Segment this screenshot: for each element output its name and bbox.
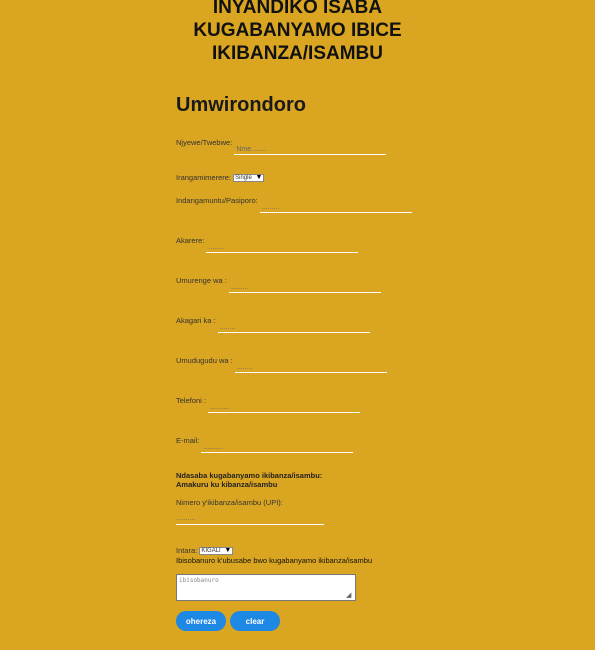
request-note-1: Ndasaba kugabanyamo ikibanza/isambu:: [176, 471, 323, 480]
sector-input[interactable]: [228, 283, 381, 293]
phone-label: Telefoni :: [176, 396, 207, 405]
phone-input[interactable]: [208, 403, 361, 413]
section-heading: Umwirondoro: [176, 94, 306, 116]
phone-row: Telefoni :: [176, 396, 361, 413]
upi-input[interactable]: [176, 512, 324, 525]
clear-button[interactable]: clear: [230, 611, 280, 631]
village-input[interactable]: [234, 363, 387, 373]
email-input[interactable]: [201, 443, 354, 453]
province-label: Intara:: [176, 546, 198, 555]
resize-handle-icon[interactable]: ◢: [346, 592, 353, 599]
marital-row: Irangamimerere: Single ▼: [176, 173, 265, 183]
email-row: E-mail:: [176, 436, 354, 453]
title-line-2: KUGABANYAMO IBICE: [193, 20, 402, 41]
marital-selected-value: Single: [235, 175, 252, 182]
cell-label: Akagari ka :: [176, 316, 216, 325]
submit-button[interactable]: ohereza: [176, 611, 226, 631]
cell-row: Akagari ka :: [176, 316, 370, 333]
province-row: Intara: KIGALI ▼: [176, 546, 234, 556]
id-input[interactable]: [259, 203, 412, 213]
sector-label: Umurenge wa :: [176, 276, 227, 285]
id-label: Indangamuntu/Pasiporo:: [176, 196, 258, 205]
district-input[interactable]: [206, 243, 359, 253]
dropdown-arrow-icon: ▼: [224, 547, 232, 555]
village-row: Umudugudu wa :: [176, 356, 387, 373]
district-label: Akarere:: [176, 236, 205, 245]
district-row: Akarere:: [176, 236, 359, 253]
marital-select[interactable]: Single ▼: [233, 174, 265, 183]
name-row: Njyewe/Twebwe:: [176, 138, 387, 155]
reasons-textarea[interactable]: [176, 574, 356, 601]
marital-label: Irangamimerere:: [176, 173, 232, 182]
title-line-1: INYANDIKO ISABA: [212, 0, 383, 18]
id-row: Indangamuntu/Pasiporo:: [176, 196, 412, 213]
title-line-3: IKIBANZA/ISAMBU: [212, 43, 383, 64]
email-label: E-mail:: [176, 436, 200, 445]
dropdown-arrow-icon: ▼: [255, 174, 263, 182]
upi-label: Nimero y'ikibanza/isambu (UPI):: [176, 498, 283, 507]
name-input[interactable]: [234, 145, 387, 155]
page-title: INYANDIKO ISABA KUGABANYAMO IBICE IKIBAN…: [0, 0, 595, 65]
name-label: Njyewe/Twebwe:: [176, 138, 233, 147]
province-select[interactable]: KIGALI ▼: [199, 547, 234, 556]
reasons-label: Ibisobanuro k'ubusabe bwo kugabanyamo ik…: [176, 556, 373, 565]
request-note-2: Amakuru ku kibanza/isambu: [176, 480, 278, 489]
cell-input[interactable]: [217, 323, 370, 333]
sector-row: Umurenge wa :: [176, 276, 381, 293]
province-selected-value: KIGALI: [201, 548, 221, 555]
village-label: Umudugudu wa :: [176, 356, 233, 365]
